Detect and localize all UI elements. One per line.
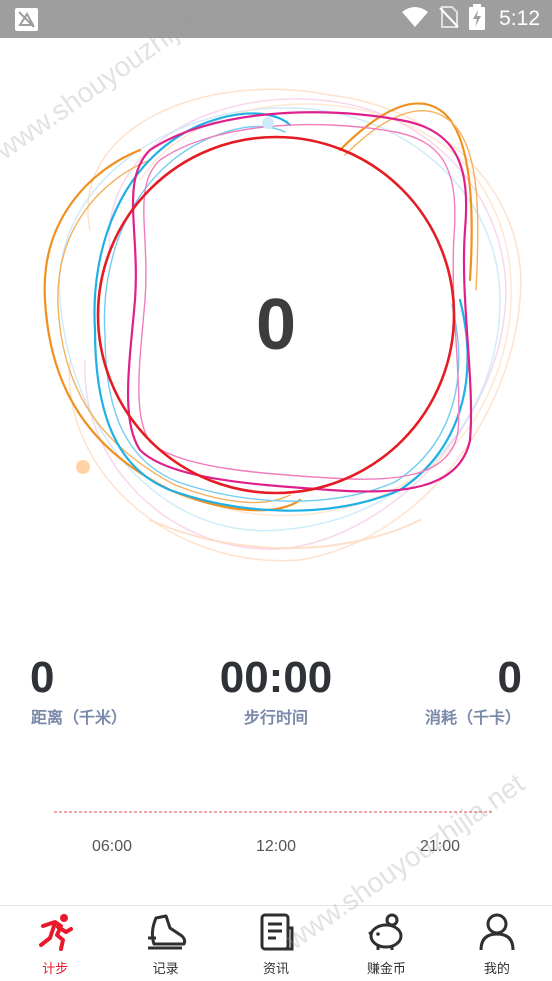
shoe-icon <box>144 912 188 952</box>
calories-label: 消耗（千卡） <box>424 708 521 727</box>
nav-item-steps[interactable]: 计步 <box>0 906 110 981</box>
bottom-nav: 计步 记录 资讯 赚金币 我的 <box>0 905 552 981</box>
duration-value: 00:00 <box>219 653 333 702</box>
nav-item-records[interactable]: 记录 <box>110 906 220 981</box>
battery-charging-icon <box>469 4 486 34</box>
status-icons: 5:12 <box>401 0 540 38</box>
news-icon <box>254 912 298 952</box>
status-bar: 5:12 <box>0 0 552 38</box>
timeline-axis <box>54 811 494 813</box>
nav-label-profile: 我的 <box>483 962 510 977</box>
stats-row: 0 距离（千米） 00:00 步行时间 0 消耗（千卡） <box>0 650 552 740</box>
step-timeline: 06:00 12:00 21:00 <box>0 800 552 870</box>
nav-label-records: 记录 <box>152 962 179 977</box>
nav-label-steps: 计步 <box>42 962 69 977</box>
step-count: 0 <box>255 285 297 365</box>
timeline-tick: 06:00 <box>91 838 133 855</box>
profile-icon <box>475 912 519 952</box>
running-icon <box>33 912 77 952</box>
nav-label-earn-coins: 赚金币 <box>366 962 406 977</box>
app-notification-icon <box>15 8 38 31</box>
nav-label-news: 资讯 <box>263 962 290 977</box>
piggy-bank-icon <box>364 912 408 952</box>
calories-value: 0 <box>497 653 522 702</box>
nav-item-profile[interactable]: 我的 <box>442 906 552 981</box>
timeline-tick: 12:00 <box>255 838 297 855</box>
nav-item-news[interactable]: 资讯 <box>221 906 331 981</box>
nav-item-earn-coins[interactable]: 赚金币 <box>331 906 441 981</box>
wifi-icon <box>401 6 429 32</box>
timeline-tick: 21:00 <box>419 838 461 855</box>
no-sim-icon <box>439 5 459 33</box>
status-time: 5:12 <box>499 7 540 30</box>
